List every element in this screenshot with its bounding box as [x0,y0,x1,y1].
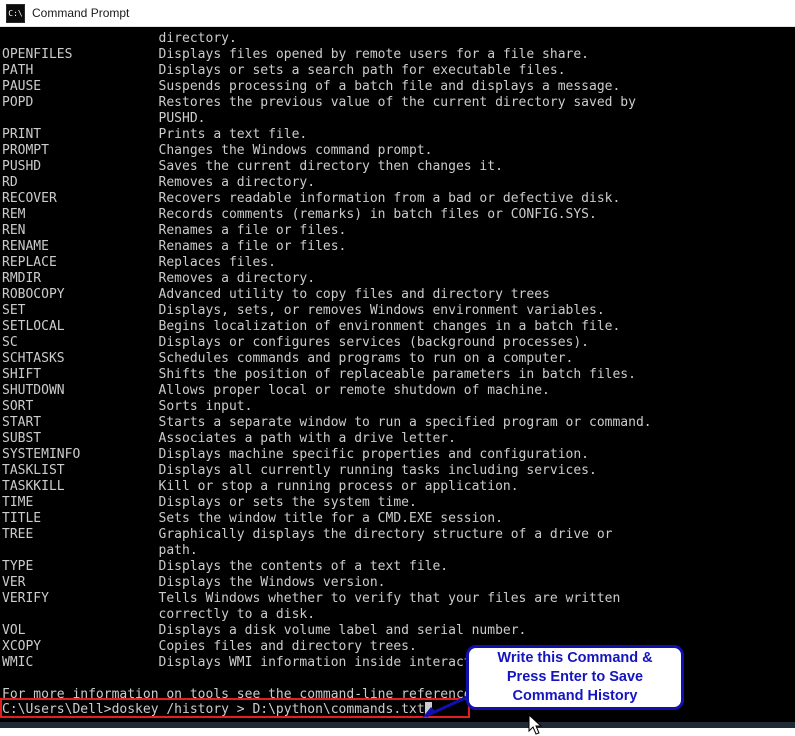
console-line: OPENFILES Displays files opened by remot… [2,47,589,62]
window-title: Command Prompt [32,6,130,20]
instruction-callout: Write this Command & Press Enter to Save… [466,645,684,710]
console-line: correctly to a disk. [2,607,316,622]
console-line: VOL Displays a disk volume label and ser… [2,623,527,638]
console-line: PUSHD Saves the current directory then c… [2,159,503,174]
console-line: directory. [2,31,237,46]
console-output[interactable]: directory. OPENFILES Displays files opene… [0,27,795,728]
console-line: SYSTEMINFO Displays machine specific pro… [2,447,589,462]
console-line: PRINT Prints a text file. [2,127,308,142]
console-line: PAUSE Suspends processing of a batch fil… [2,79,621,94]
console-line: RD Removes a directory. [2,175,316,190]
console-line: TASKKILL Kill or stop a running process … [2,479,519,494]
console-line: PATH Displays or sets a search path for … [2,63,566,78]
callout-line-3: Command History [512,688,638,704]
console-line: SORT Sorts input. [2,399,253,414]
command-prompt-window: C:\ Command Prompt directory. OPENFILES D… [0,0,795,735]
console-line: SUBST Associates a path with a drive let… [2,431,456,446]
console-line: RMDIR Removes a directory. [2,271,316,286]
console-line: POPD Restores the previous value of the … [2,95,636,110]
console-line: ROBOCOPY Advanced utility to copy files … [2,287,550,302]
console-line: VER Displays the Windows version. [2,575,386,590]
console-line: SCHTASKS Schedules commands and programs… [2,351,574,366]
console-line: SET Displays, sets, or removes Windows e… [2,303,605,318]
console-line: REN Renames a file or files. [2,223,347,238]
console-line: TYPE Displays the contents of a text fil… [2,559,449,574]
console-line: VERIFY Tells Windows whether to verify t… [2,591,621,606]
callout-line-1: Write this Command & [497,650,653,666]
prompt-text: C:\Users\Dell>doskey /history > D:\pytho… [2,702,425,717]
console-line: TREE Graphically displays the directory … [2,527,613,542]
console-line: SHIFT Shifts the position of replaceable… [2,367,636,382]
console-line: path. [2,543,198,558]
taskbar-strip [0,722,795,728]
console-line: RECOVER Recovers readable information fr… [2,191,621,206]
console-line: REM Records comments (remarks) in batch … [2,207,597,222]
console-line: START Starts a separate window to run a … [2,415,652,430]
console-line: REPLACE Replaces files. [2,255,276,270]
console-line: SETLOCAL Begins localization of environm… [2,319,621,334]
console-line: PUSHD. [2,111,206,126]
console-line: TITLE Sets the window title for a CMD.EX… [2,511,503,526]
console-line: PROMPT Changes the Windows command promp… [2,143,433,158]
console-line: TASKLIST Displays all currently running … [2,463,597,478]
console-line: RENAME Renames a file or files. [2,239,347,254]
console-line: SC Displays or configures services (back… [2,335,589,350]
text-caret [424,702,432,715]
callout-line-2: Press Enter to Save [506,669,644,685]
command-prompt-icon: C:\ [6,3,25,23]
title-bar[interactable]: C:\ Command Prompt [0,0,795,27]
console-line: SHUTDOWN Allows proper local or remote s… [2,383,550,398]
console-line: TIME Displays or sets the system time. [2,495,417,510]
